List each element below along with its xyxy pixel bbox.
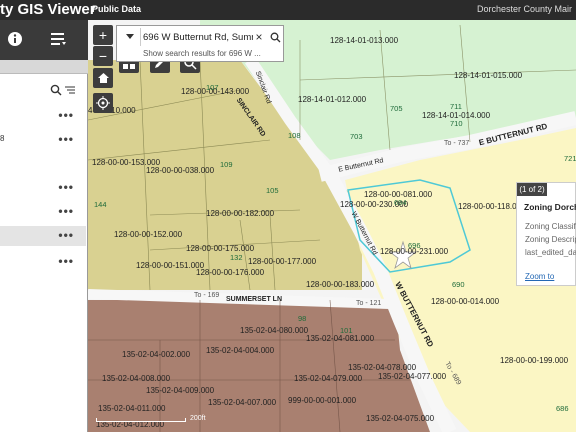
app-title: ty GIS Viewer: [0, 1, 96, 18]
map-canvas[interactable]: [88, 20, 576, 432]
popup-count: (1 of 2): [517, 183, 547, 196]
widget-toolbar: [0, 20, 88, 60]
more-options-icon[interactable]: •••: [58, 180, 74, 194]
popup-field: last_edited_dat: [525, 248, 576, 257]
home-icon: [97, 73, 109, 83]
layer-list-icon[interactable]: [48, 28, 70, 50]
zoom-out-button[interactable]: −: [93, 46, 113, 66]
clear-search-icon[interactable]: ×: [253, 28, 265, 46]
panel-row[interactable]: •••: [0, 178, 86, 198]
more-options-icon[interactable]: •••: [58, 132, 74, 146]
locate-button[interactable]: [93, 93, 113, 113]
panel-search-icon[interactable]: [50, 83, 62, 96]
home-button[interactable]: [93, 68, 113, 88]
public-data-label: Public Data: [92, 4, 142, 14]
chevron-down-icon: [125, 34, 134, 39]
zoom-to-link[interactable]: Zoom to: [525, 272, 554, 281]
panel-row[interactable]: •••: [0, 202, 86, 222]
more-options-icon[interactable]: •••: [58, 254, 74, 268]
panel-row[interactable]: •••: [0, 252, 86, 272]
search-widget: × Show search results for 696 W ...: [116, 25, 284, 62]
more-options-icon[interactable]: •••: [58, 204, 74, 218]
search-icon: [270, 32, 280, 42]
panel-row-selected[interactable]: •••: [0, 226, 86, 246]
panel-row[interactable]: 8 •••: [0, 130, 86, 150]
more-options-icon[interactable]: •••: [58, 228, 74, 242]
search-input[interactable]: [143, 28, 253, 46]
panel-filter-icon[interactable]: [64, 83, 76, 95]
panel-header: [0, 60, 88, 74]
popup-field: Zoning Descrip: [525, 235, 576, 244]
zoom-in-button[interactable]: +: [93, 25, 113, 45]
zone-brown: [88, 300, 430, 432]
map-view[interactable]: 128-00-00-143.000 128-14-01-013.000 128-…: [88, 20, 576, 432]
panel-row[interactable]: •••: [0, 106, 86, 126]
more-options-icon[interactable]: •••: [58, 108, 74, 122]
popup-field: Zoning Classifi: [525, 222, 576, 231]
top-bar: ty GIS Viewer Public Data Dorchester Cou…: [0, 0, 576, 20]
info-icon[interactable]: [4, 28, 26, 50]
scale-label: 200ft: [190, 415, 206, 422]
locate-icon: [96, 96, 110, 110]
org-name: Dorchester County Mair: [476, 4, 572, 14]
search-source-dropdown[interactable]: [119, 28, 141, 46]
scale-bar: 200ft: [96, 415, 206, 426]
search-button[interactable]: [267, 27, 283, 47]
popup-title: Zoning Dorches: [524, 202, 576, 212]
feature-popup: (1 of 2) Zoning Dorches Zoning Classifi …: [516, 182, 576, 286]
search-suggestion[interactable]: Show search results for 696 W ...: [143, 49, 261, 58]
